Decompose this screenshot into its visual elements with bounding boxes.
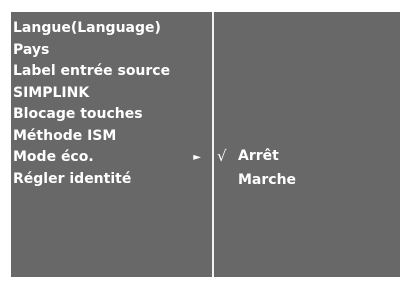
menu-item-label: Mode éco. — [13, 149, 94, 165]
menu-item-regler-identite[interactable]: Régler identité — [13, 169, 201, 191]
menu-item-label-entree-source[interactable]: Label entrée source — [13, 61, 201, 83]
menu-item-langue[interactable]: Langue(Language) — [13, 18, 201, 40]
menu-item-simplink[interactable]: SIMPLINK — [13, 83, 201, 105]
submenu-option-label: Arrêt — [238, 148, 279, 164]
menu-item-methode-ism[interactable]: Méthode ISM — [13, 126, 201, 148]
submenu-option-label: Marche — [238, 172, 297, 188]
menu-item-pays[interactable]: Pays — [13, 40, 201, 62]
checkmark-icon: √ — [217, 147, 227, 165]
menu-item-label: Label entrée source — [13, 63, 171, 79]
menu-item-label: Pays — [13, 41, 50, 58]
submenu-option-arret[interactable]: √ Arrêt — [217, 144, 296, 168]
menu-item-label: Langue(Language) — [13, 20, 161, 36]
submenu-option-marche[interactable]: Marche — [217, 168, 296, 192]
mode-eco-submenu: √ Arrêt Marche — [217, 144, 296, 192]
menu-item-label: Blocage touches — [13, 106, 143, 122]
panel-divider — [212, 12, 214, 277]
menu-item-blocage-touches[interactable]: Blocage touches — [13, 104, 201, 126]
menu-item-mode-eco[interactable]: Mode éco. ► — [13, 147, 201, 169]
menu-item-label: Régler identité — [13, 170, 132, 187]
menu-item-label: Méthode ISM — [13, 127, 117, 144]
submenu-arrow-icon: ► — [193, 152, 201, 163]
option-menu: Langue(Language) Pays Label entrée sourc… — [13, 18, 201, 190]
menu-item-label: SIMPLINK — [13, 84, 90, 101]
